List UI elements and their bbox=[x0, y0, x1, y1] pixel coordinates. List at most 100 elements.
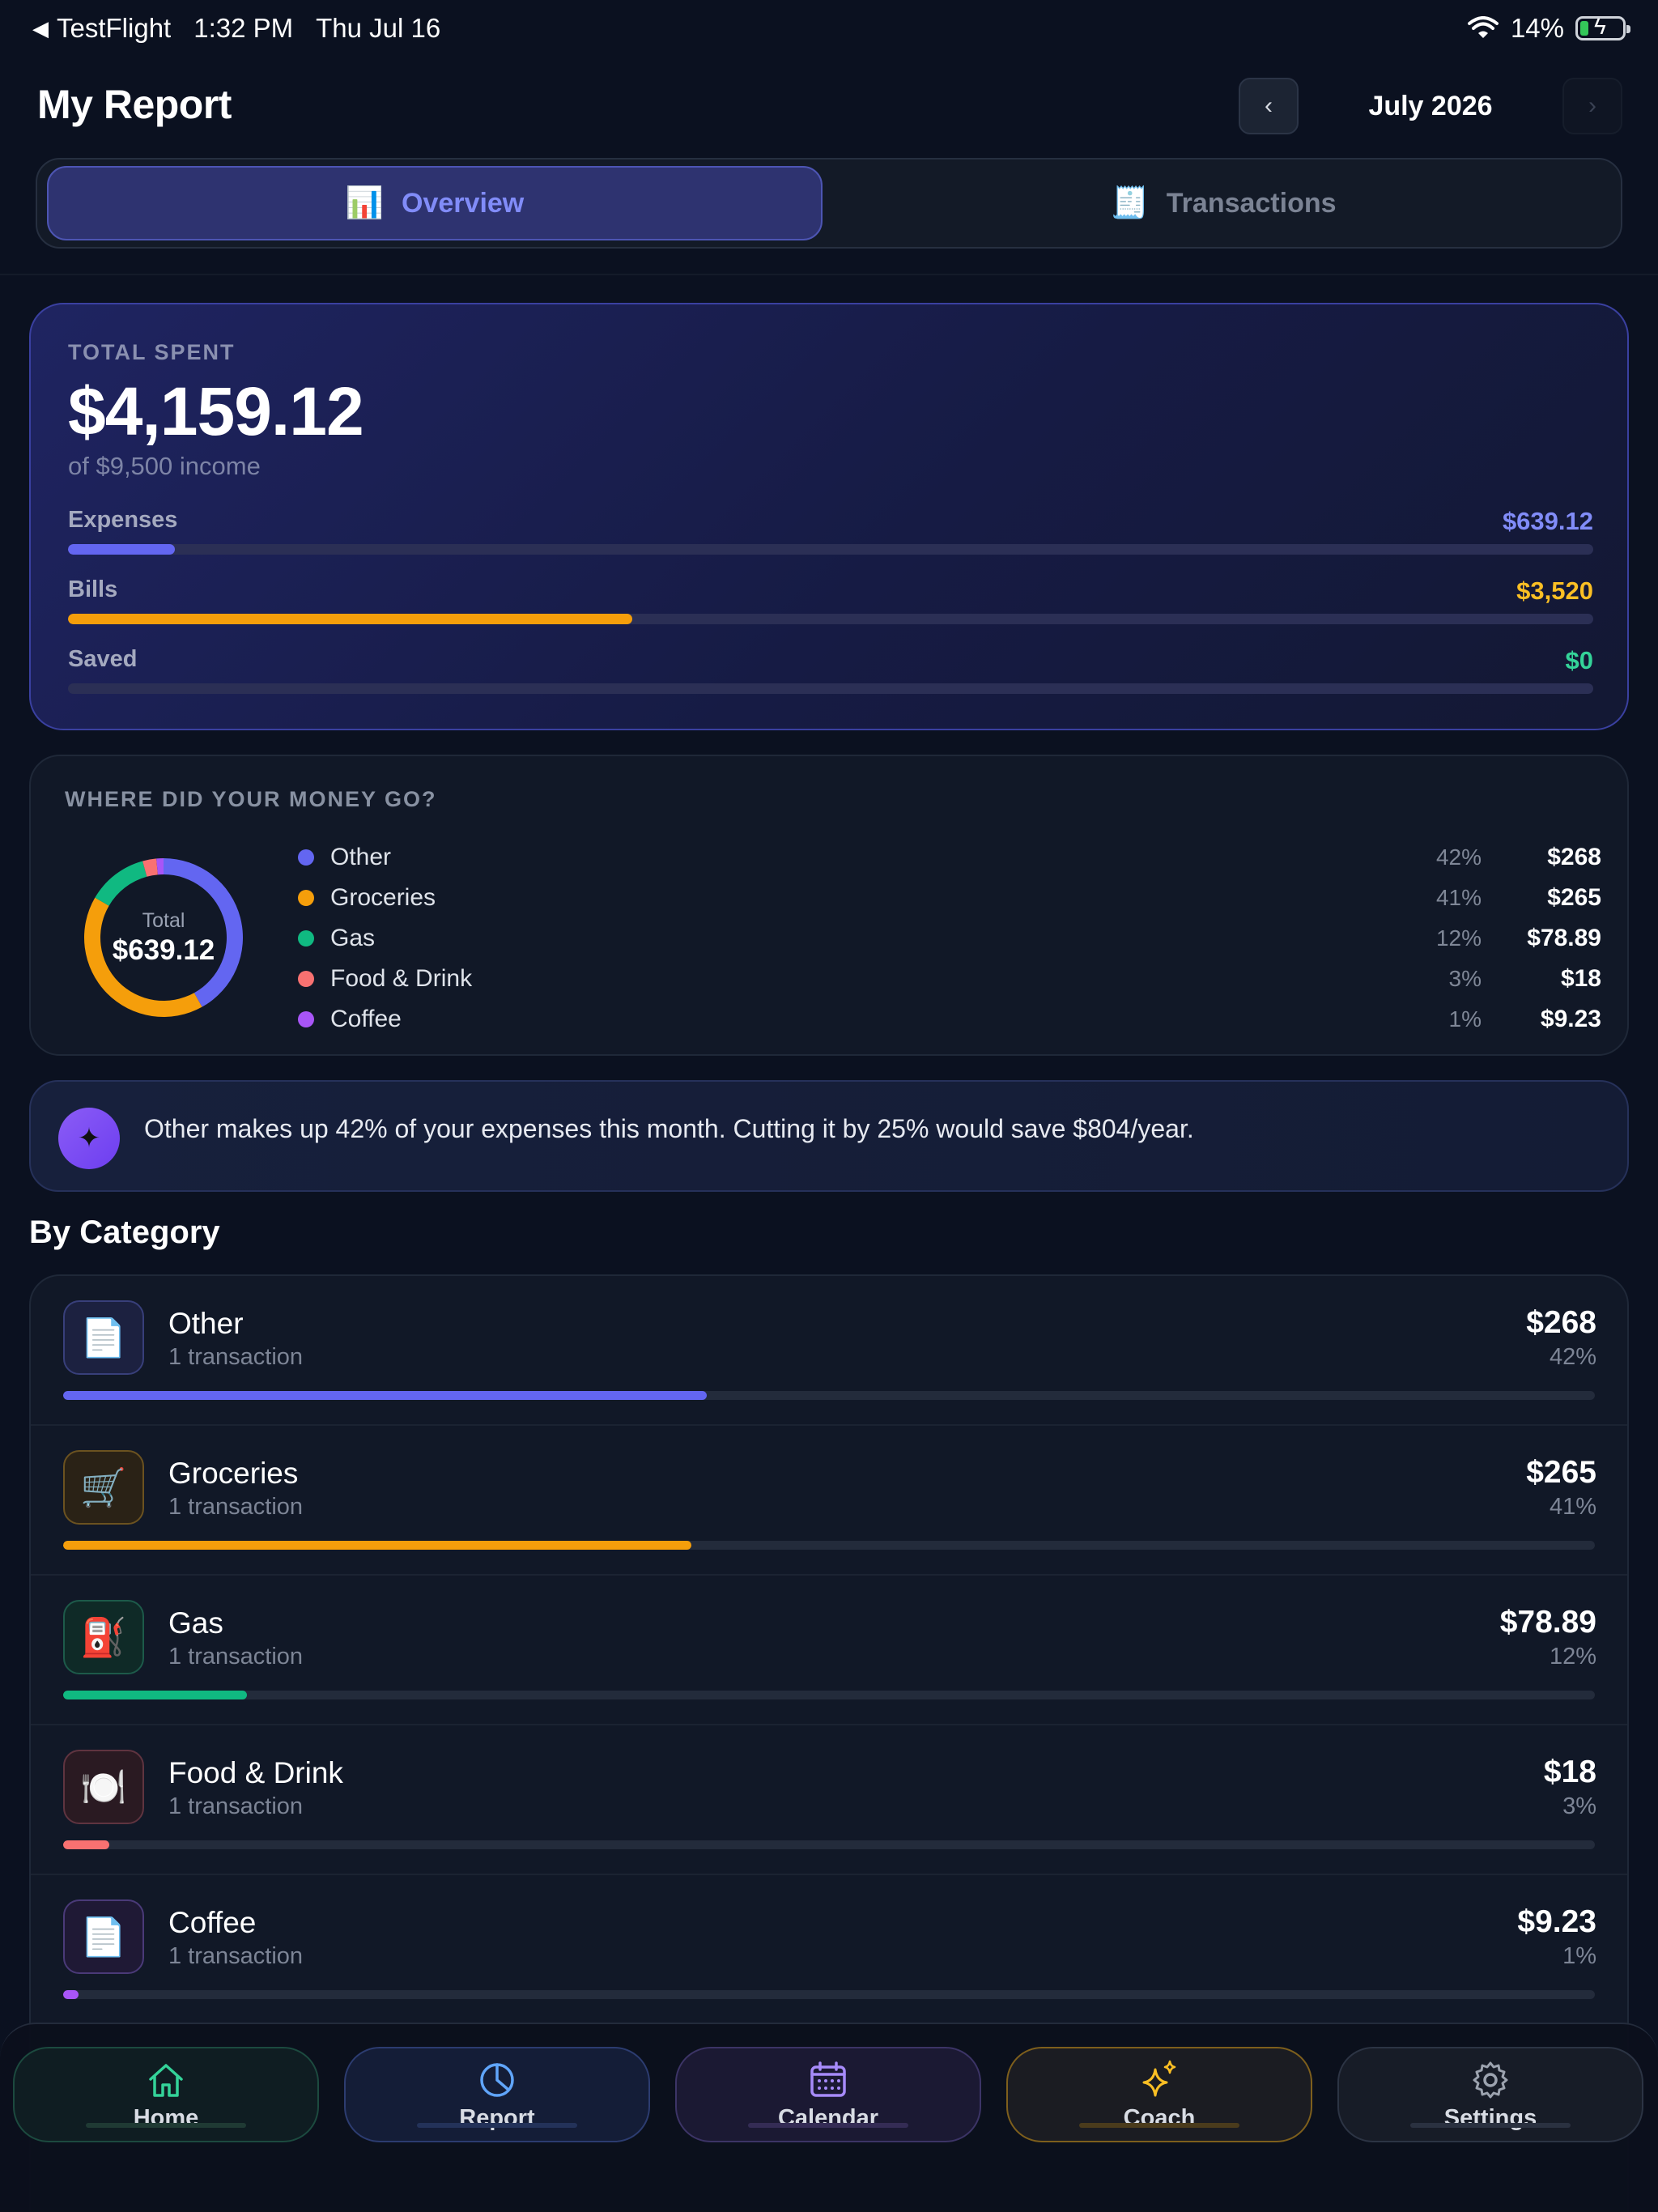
category-name: Food & Drink bbox=[168, 1756, 343, 1789]
category-progress-track bbox=[63, 1541, 1595, 1550]
income-note: of $9,500 income bbox=[68, 452, 261, 480]
back-app-link[interactable]: TestFlight bbox=[57, 13, 171, 44]
donut-center: Total $639.12 bbox=[73, 847, 254, 1028]
sparkle-icon: ✦ bbox=[58, 1108, 120, 1169]
total-spent-label: TOTAL SPENT bbox=[68, 340, 236, 364]
bills-progress-fill bbox=[68, 614, 633, 624]
category-amount: $9.23 bbox=[1517, 1904, 1596, 1939]
legend-amount: $78.89 bbox=[1527, 925, 1601, 951]
breakdown-title: WHERE DID YOUR MONEY GO? bbox=[65, 787, 437, 811]
total-spent-amount: $4,159.12 bbox=[68, 373, 364, 449]
bar-chart-icon: 📊 bbox=[345, 186, 385, 220]
category-progress-track bbox=[63, 1691, 1595, 1699]
category-name: Coffee bbox=[168, 1906, 257, 1939]
tab-transactions[interactable]: 🧾 Transactions bbox=[835, 166, 1611, 240]
legend-name: Gas bbox=[330, 925, 376, 951]
insight-banner[interactable]: ✦ Other makes up 42% of your expenses th… bbox=[29, 1080, 1629, 1192]
category-transaction-count: 1 transaction bbox=[168, 1943, 304, 1969]
legend-percent: 1% bbox=[1448, 1006, 1482, 1032]
status-bar: ◀ TestFlight 1:32 PM Thu Jul 16 14% ϟ bbox=[0, 0, 1658, 58]
category-progress-track bbox=[63, 1391, 1595, 1400]
legend-dot bbox=[298, 971, 314, 987]
plate-icon: 🍽️ bbox=[63, 1750, 144, 1824]
category-progress-track bbox=[63, 1840, 1595, 1849]
bills-value: $3,520 bbox=[1516, 576, 1593, 605]
legend-dot bbox=[298, 930, 314, 946]
legend-amount: $265 bbox=[1547, 884, 1601, 911]
tab-settings-underline bbox=[1410, 2123, 1571, 2128]
fuel-pump-icon: ⛽ bbox=[63, 1600, 144, 1674]
receipt-icon: 🧾 bbox=[1110, 186, 1149, 220]
category-percent: 42% bbox=[1549, 1344, 1596, 1370]
donut-chart: Total $639.12 bbox=[73, 847, 254, 1028]
category-progress-fill bbox=[63, 1990, 79, 1999]
back-arrow-icon[interactable]: ◀ bbox=[32, 16, 49, 41]
category-row[interactable]: 🍽️ Food & Drink 1 transaction $18 3% bbox=[31, 1725, 1627, 1875]
category-transaction-count: 1 transaction bbox=[168, 1793, 304, 1819]
tab-home[interactable]: Home bbox=[13, 2047, 319, 2142]
header-divider bbox=[0, 274, 1658, 275]
pie-chart-icon bbox=[475, 2058, 519, 2102]
saved-value: $0 bbox=[1565, 646, 1593, 674]
category-amount: $78.89 bbox=[1499, 1605, 1596, 1640]
tab-coach-underline bbox=[1079, 2123, 1239, 2128]
tab-overview-label: Overview bbox=[402, 187, 525, 219]
donut-center-value: $639.12 bbox=[112, 934, 215, 966]
legend-percent: 3% bbox=[1448, 966, 1482, 991]
tab-report-underline bbox=[417, 2123, 577, 2128]
category-progress-fill bbox=[63, 1391, 707, 1400]
category-percent: 41% bbox=[1549, 1494, 1596, 1520]
category-row[interactable]: 📄 Other 1 transaction $268 42% bbox=[31, 1276, 1627, 1426]
category-percent: 1% bbox=[1562, 1943, 1596, 1969]
legend-dot bbox=[298, 1011, 314, 1027]
tab-overview[interactable]: 📊 Overview bbox=[47, 166, 823, 240]
category-progress-track bbox=[63, 1990, 1595, 1999]
legend-amount: $9.23 bbox=[1540, 1006, 1601, 1032]
current-month-label: July 2026 bbox=[1368, 90, 1493, 121]
sparkles-icon bbox=[1137, 2058, 1181, 2102]
expenses-progress-fill bbox=[68, 544, 175, 555]
page-title: My Report bbox=[37, 82, 232, 127]
expenses-progress-track bbox=[68, 544, 1593, 555]
legend-percent: 41% bbox=[1435, 885, 1482, 910]
category-amount: $268 bbox=[1526, 1305, 1596, 1340]
legend-name: Food & Drink bbox=[330, 965, 473, 992]
saved-label: Saved bbox=[68, 646, 138, 672]
legend-item: Groceries 41% $265 bbox=[298, 878, 1601, 918]
document-icon: 📄 bbox=[63, 1899, 144, 1974]
tab-report[interactable]: Report bbox=[344, 2047, 650, 2142]
category-percent: 12% bbox=[1549, 1644, 1596, 1670]
legend-amount: $268 bbox=[1547, 844, 1601, 870]
tab-calendar[interactable]: Calendar bbox=[675, 2047, 981, 2142]
legend-item: Coffee 1% $9.23 bbox=[298, 999, 1601, 1040]
category-name: Other bbox=[168, 1307, 244, 1340]
saved-progress-track bbox=[68, 683, 1593, 694]
next-month-button[interactable]: › bbox=[1562, 78, 1622, 134]
month-navigator: ‹ July 2026 › bbox=[1239, 78, 1622, 134]
total-spent-card: TOTAL SPENT $4,159.12 of $9,500 income E… bbox=[29, 303, 1629, 730]
category-row[interactable]: ⛽ Gas 1 transaction $78.89 12% bbox=[31, 1576, 1627, 1725]
bottom-tab-bar: Home Report Calendar Coach Settings bbox=[0, 2023, 1658, 2212]
category-transaction-count: 1 transaction bbox=[168, 1344, 304, 1370]
category-name: Gas bbox=[168, 1606, 223, 1640]
category-row[interactable]: 🛒 Groceries 1 transaction $265 41% bbox=[31, 1426, 1627, 1576]
legend-item: Other 42% $268 bbox=[298, 837, 1601, 878]
category-progress-fill bbox=[63, 1840, 109, 1849]
saved-bar-row: Saved $0 bbox=[68, 646, 1593, 694]
battery-percent: 14% bbox=[1510, 13, 1564, 43]
category-percent: 3% bbox=[1562, 1793, 1596, 1819]
expenses-label: Expenses bbox=[68, 507, 178, 533]
bills-bar-row: Bills $3,520 bbox=[68, 576, 1593, 624]
cart-icon: 🛒 bbox=[63, 1450, 144, 1525]
prev-month-button[interactable]: ‹ bbox=[1239, 78, 1299, 134]
status-date: Thu Jul 16 bbox=[316, 13, 441, 43]
tab-coach[interactable]: Coach bbox=[1006, 2047, 1312, 2142]
tab-settings[interactable]: Settings bbox=[1337, 2047, 1643, 2142]
category-row[interactable]: 📄 Coffee 1 transaction $9.23 1% bbox=[31, 1875, 1627, 2025]
category-progress-fill bbox=[63, 1691, 248, 1699]
tab-home-underline bbox=[86, 2123, 246, 2128]
insight-text: Other makes up 42% of your expenses this… bbox=[144, 1114, 1194, 1143]
legend-amount: $18 bbox=[1560, 965, 1601, 992]
tab-transactions-label: Transactions bbox=[1166, 187, 1337, 219]
by-category-title: By Category bbox=[29, 1214, 220, 1250]
